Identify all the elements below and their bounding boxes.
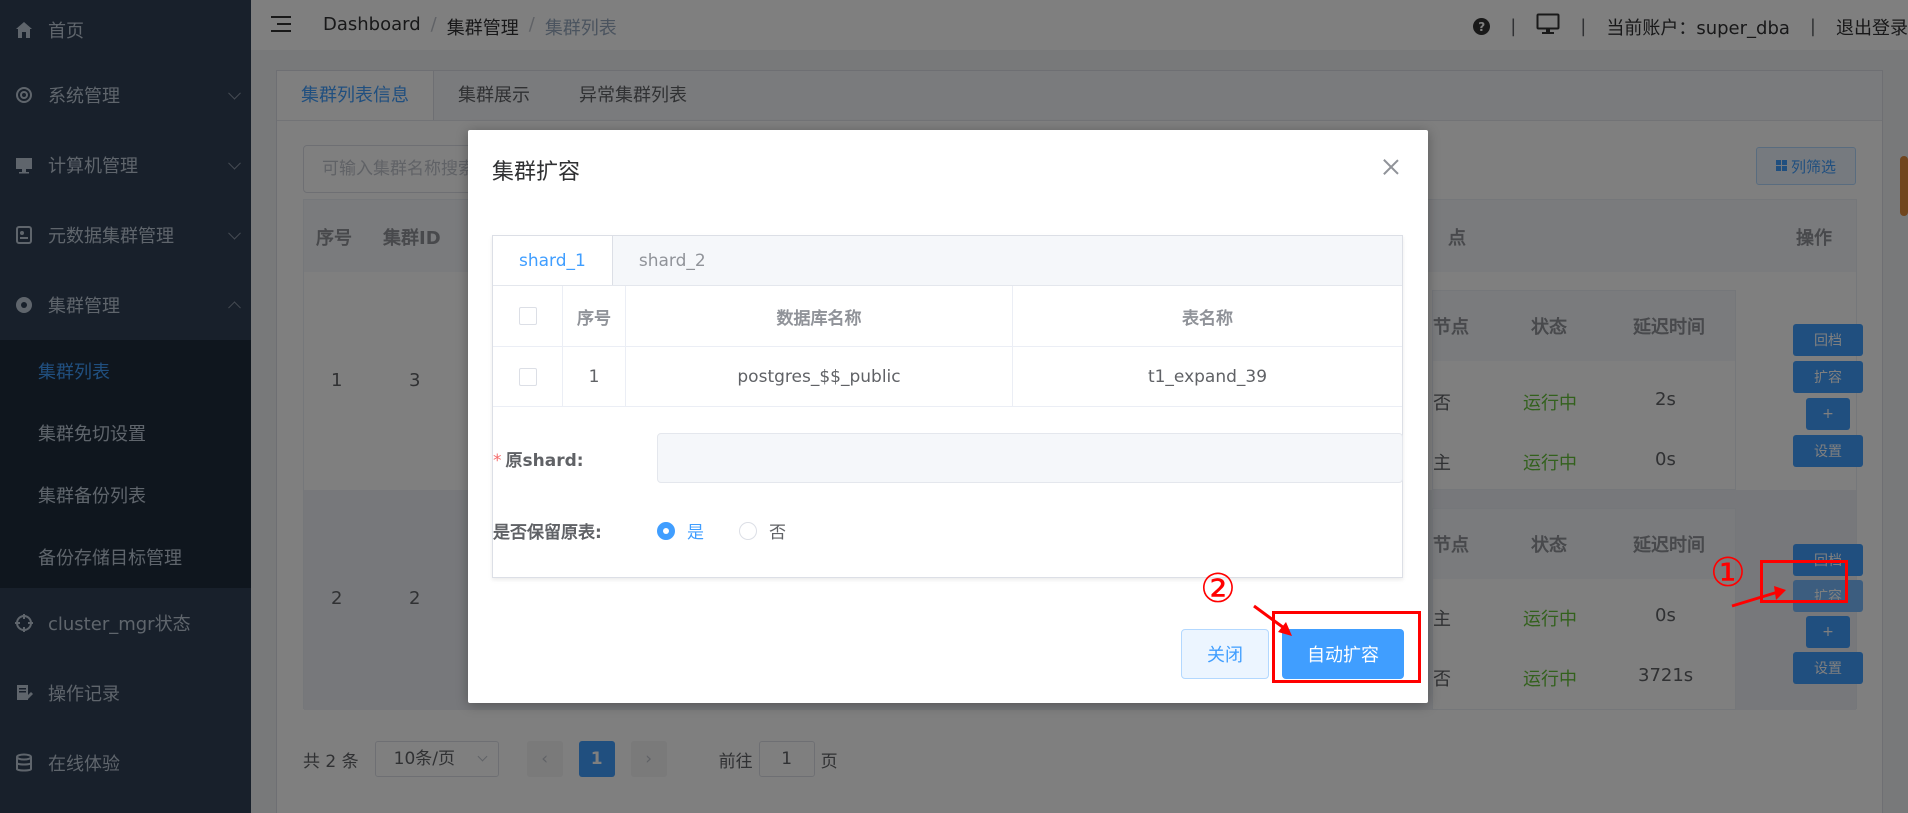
table-row: 1 postgres_$$_public t1_expand_39 — [493, 347, 1402, 407]
source-shard-text: 原shard: — [505, 451, 584, 471]
required-mark: * — [493, 451, 502, 471]
source-shard-label: * 原shard: — [493, 446, 584, 471]
row-select-cell — [493, 347, 563, 406]
annotation-arrow-one — [1731, 586, 1786, 608]
tab-shard-1[interactable]: shard_1 — [493, 236, 613, 285]
row-table-name: t1_expand_39 — [1147, 366, 1268, 387]
radio-label: 是 — [687, 523, 704, 543]
header-table-name: 表名称 — [1182, 308, 1233, 329]
dialog-title: 集群扩容 — [492, 160, 581, 185]
close-icon[interactable] — [1382, 158, 1400, 176]
shard-table: 序号 数据库名称 表名称 1 postgres_$$_public t1_exp… — [493, 286, 1402, 407]
tab-shard-2[interactable]: shard_2 — [613, 236, 733, 285]
source-shard-input[interactable] — [657, 433, 1403, 483]
row-checkbox[interactable] — [518, 367, 537, 386]
radio-dot — [657, 521, 675, 540]
header-index: 序号 — [563, 286, 626, 346]
row-db-name: postgres_$$_public — [626, 347, 1013, 406]
select-all-cell — [493, 286, 563, 346]
radio-label: 否 — [769, 523, 786, 543]
shard-tabs: shard_1 shard_2 — [493, 236, 1402, 286]
keep-table-yes-radio[interactable]: 是 — [657, 518, 704, 543]
shard-card: shard_1 shard_2 序号 数据库名称 表名称 1 postgres_… — [492, 235, 1403, 578]
keep-table-no-radio[interactable]: 否 — [739, 518, 786, 543]
shard-table-header: 序号 数据库名称 表名称 — [493, 286, 1402, 347]
select-all-checkbox[interactable] — [518, 307, 537, 325]
radio-dot — [739, 521, 757, 540]
annotation-number-two: ② — [1200, 566, 1236, 612]
row-index: 1 — [563, 347, 626, 406]
keep-table-label: 是否保留原表: — [493, 523, 602, 543]
header-db-name: 数据库名称 — [626, 286, 1013, 346]
annotation-arrow-two — [1253, 604, 1292, 636]
